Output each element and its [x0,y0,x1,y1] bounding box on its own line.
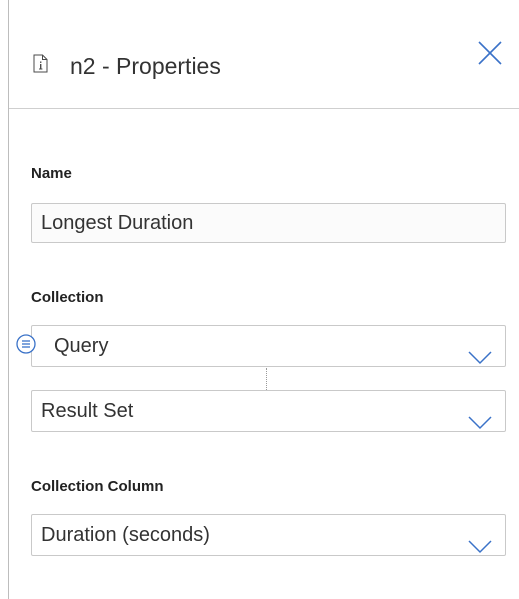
collection-column-value: Duration (seconds) [41,524,210,546]
collection-connector [266,368,267,390]
collection-subset-value: Result Set [41,400,134,422]
collection-subset-select[interactable]: Result Set [31,390,506,432]
close-icon[interactable] [476,39,504,67]
name-input[interactable]: Longest Duration [31,203,506,243]
collection-column-select[interactable]: Duration (seconds) [31,514,506,556]
properties-panel: n2 - Properties Name Longest Duration Co… [0,0,519,599]
name-label: Name [31,165,72,182]
chevron-down-icon [468,404,492,430]
document-info-icon [33,54,48,73]
list-icon[interactable] [16,334,36,354]
collection-column-label: Collection Column [31,478,164,495]
panel-header: n2 - Properties [9,0,519,109]
collection-label: Collection [31,289,104,306]
panel-title: n2 - Properties [70,53,221,79]
chevron-down-icon [468,339,492,365]
collection-source-value: Query [54,335,109,357]
chevron-down-icon [468,528,492,554]
collection-source-select[interactable]: Query [31,325,506,367]
